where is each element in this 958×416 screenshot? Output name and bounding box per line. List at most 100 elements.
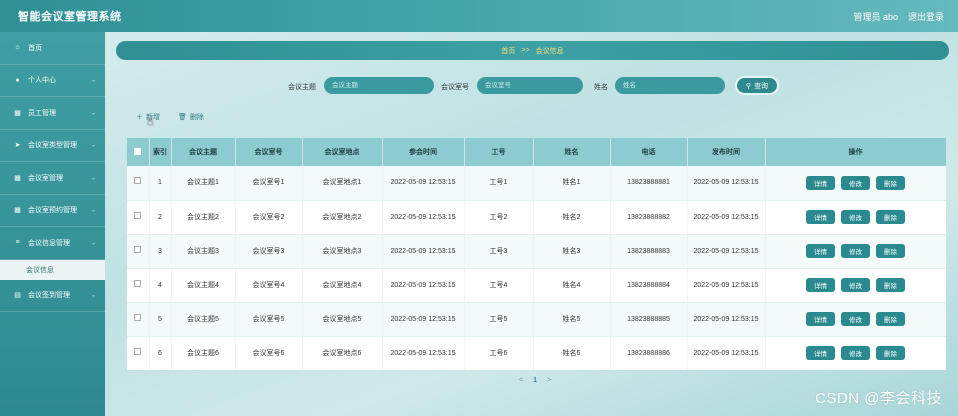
sidebar-item-7[interactable]: ▤ 会议签到管理 ⌄ <box>0 280 105 312</box>
topic-label: 会议主题 <box>288 84 316 91</box>
sidebar-item-label: 会议签到管理 <box>28 292 70 300</box>
column-header: 发布时间 <box>687 138 766 166</box>
row-operations: 详情 修改 删除 <box>765 302 946 337</box>
row-checkbox[interactable] <box>127 166 150 201</box>
sidebar-item-2[interactable]: ▦ 员工管理 ⌄ <box>0 97 105 130</box>
edit-button[interactable]: 修改 <box>841 210 870 224</box>
row-operations: 详情 修改 删除 <box>765 268 946 303</box>
search-row: 会议主题 会议室号 姓名 ⚲ 查询 <box>0 76 958 97</box>
detail-button[interactable]: 详情 <box>806 210 835 224</box>
row-delete-button[interactable]: 删除 <box>876 278 905 292</box>
sidebar-subitem-meeting-info[interactable]: 会议信息 <box>0 259 105 280</box>
table-cell: 13823888885 <box>610 302 688 337</box>
sidebar-item-label: 首页 <box>28 44 42 52</box>
hand-cursor-icon: ☝ <box>147 116 154 128</box>
detail-button[interactable]: 详情 <box>806 312 835 326</box>
table-cell: 3 <box>149 234 172 269</box>
row-operations: 详情 修改 删除 <box>765 166 946 201</box>
row-delete-button[interactable]: 删除 <box>876 244 905 258</box>
table-cell: 会议室地点6 <box>302 336 383 370</box>
table-cell: 会议主题6 <box>171 336 236 370</box>
column-header: 姓名 <box>533 138 611 166</box>
grid-icon: ▦ <box>14 174 21 182</box>
table-cell: 6 <box>149 336 172 370</box>
table-cell: 2022-05-09 12:53:15 <box>382 302 465 337</box>
breadcrumb-current: 会议信息 <box>535 47 564 55</box>
breadcrumb: 首页 >> 会议信息 <box>116 41 949 60</box>
table-cell: 13823888884 <box>610 268 688 303</box>
edit-button[interactable]: 修改 <box>841 346 870 360</box>
row-delete-button[interactable]: 删除 <box>876 210 905 224</box>
row-checkbox[interactable] <box>127 336 150 370</box>
search-icon: ⚲ <box>745 82 752 90</box>
row-checkbox[interactable] <box>127 234 150 269</box>
user-label: 管理员 abo <box>853 11 898 22</box>
row-delete-button[interactable]: 删除 <box>876 175 905 190</box>
column-header: 工号 <box>464 138 534 166</box>
table-cell: 2022-05-09 12:53:15 <box>687 200 766 235</box>
sidebar-item-label: 员工管理 <box>28 109 56 117</box>
trash-icon: 🗑 <box>178 114 187 121</box>
table-cell: 会议主题5 <box>171 302 236 337</box>
row-delete-button[interactable]: 删除 <box>876 346 905 360</box>
detail-button[interactable]: 详情 <box>806 244 835 258</box>
row-operations: 详情 修改 删除 <box>765 336 946 370</box>
sidebar-item-0[interactable]: ⌂ 首页 <box>0 32 105 65</box>
table-cell: 2022-05-09 12:53:15 <box>687 166 766 201</box>
sidebar-item-6[interactable]: ≡ 会议信息管理 ⌄ <box>0 227 105 260</box>
select-all-checkbox[interactable] <box>127 138 150 166</box>
delete-button-label: 删除 <box>189 114 204 121</box>
room-input[interactable] <box>477 77 583 94</box>
table-cell: 会议主题2 <box>171 200 236 235</box>
top-bar: 智能会议室管理系统 管理员 abo 退出登录 <box>0 0 958 32</box>
edit-button[interactable]: 修改 <box>841 278 870 292</box>
page-1-button[interactable]: 1 <box>533 377 537 384</box>
table-cell: 13823888881 <box>610 166 688 201</box>
name-label: 姓名 <box>594 84 608 91</box>
column-header: 操作 <box>765 138 946 166</box>
table-cell: 13823888883 <box>610 234 688 269</box>
table-cell: 2 <box>149 200 172 235</box>
sidebar-item-3[interactable]: ➤ 会议室类型管理 ⌄ <box>0 130 105 162</box>
prev-page-button[interactable]: < <box>519 377 523 384</box>
topic-input[interactable] <box>324 77 434 94</box>
row-checkbox[interactable] <box>127 268 150 303</box>
edit-button[interactable]: 修改 <box>841 312 870 326</box>
table-cell: 会议主题4 <box>171 268 236 303</box>
home-icon: ⌂ <box>15 44 20 52</box>
detail-button[interactable]: 详情 <box>806 175 835 190</box>
chevron-down-icon: ⌄ <box>90 110 96 117</box>
row-checkbox[interactable] <box>127 302 150 337</box>
edit-button[interactable]: 修改 <box>841 175 870 190</box>
table-cell: 2022-05-09 12:53:15 <box>382 268 465 303</box>
table-cell: 2022-05-09 12:53:15 <box>382 200 465 235</box>
detail-button[interactable]: 详情 <box>806 278 835 292</box>
sidebar-item-label: 会议室类型管理 <box>28 142 77 150</box>
name-input[interactable] <box>615 77 725 94</box>
edit-button[interactable]: 修改 <box>841 244 870 258</box>
table-cell: 会议室地点1 <box>302 166 383 201</box>
table-cell: 4 <box>149 268 172 303</box>
search-button[interactable]: ⚲ 查询 <box>735 76 779 95</box>
sidebar-item-label: 会议室预约管理 <box>28 207 77 215</box>
table-cell: 2022-05-09 12:53:15 <box>687 268 766 303</box>
sidebar-item-label: 会议信息管理 <box>28 239 70 247</box>
table-cell: 会议室地点2 <box>302 200 383 235</box>
logout-link[interactable]: 退出登录 <box>908 10 944 23</box>
delete-button[interactable]: 🗑 删除 <box>178 112 204 122</box>
next-page-button[interactable]: > <box>547 377 551 384</box>
breadcrumb-home[interactable]: 首页 <box>501 46 515 56</box>
row-delete-button[interactable]: 删除 <box>876 312 905 326</box>
table-cell: 会议室号1 <box>235 166 303 201</box>
table-header-row: 索引 会议主题 会议室号 会议室地点 参会时间 工号 姓名 电话 发布时间 操作 <box>127 138 946 166</box>
sidebar-item-5[interactable]: ▦ 会议室预约管理 ⌄ <box>0 195 105 227</box>
detail-button[interactable]: 详情 <box>806 346 835 360</box>
watermark: CSDN @李会科技 <box>815 390 942 407</box>
grid-icon: ▦ <box>14 207 21 215</box>
grid-icon: ▦ <box>14 109 21 117</box>
sidebar-item-4[interactable]: ▦ 会议室管理 ⌄ <box>0 162 105 195</box>
row-checkbox[interactable] <box>127 200 150 235</box>
table-cell: 会议室号4 <box>235 268 303 303</box>
row-operations: 详情 修改 删除 <box>765 234 946 269</box>
table-cell: 13823888886 <box>610 336 688 370</box>
